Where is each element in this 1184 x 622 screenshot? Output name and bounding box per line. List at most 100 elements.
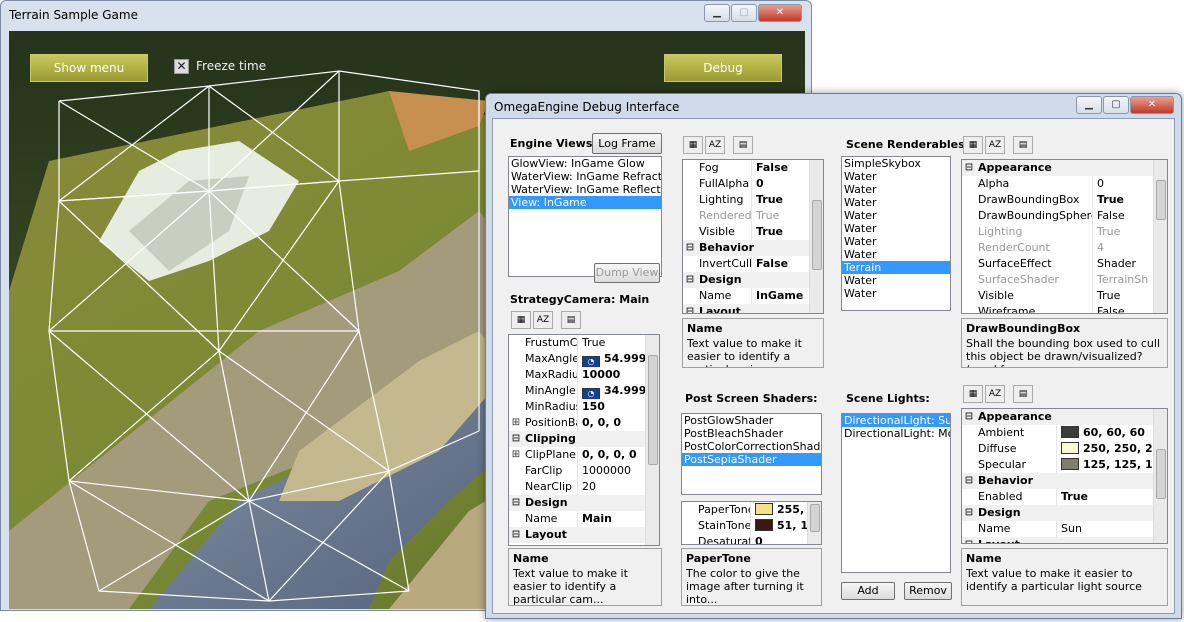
property-pages-icon[interactable]: ▤ <box>561 311 581 329</box>
log-frame-button[interactable]: Log Frame <box>592 133 662 154</box>
sort-alpha-icon[interactable]: AZ <box>705 136 725 154</box>
property-row[interactable]: SurfaceEffect Shader <box>962 256 1167 272</box>
post-shader-item[interactable]: PostColorCorrectionShader <box>682 440 821 453</box>
property-row[interactable]: Ambient 60, 60, 60 <box>962 425 1167 441</box>
property-category[interactable]: ⊟ Appearance <box>962 409 1167 425</box>
post-shader-item[interactable]: PostGlowShader <box>682 414 821 427</box>
property-value[interactable]: Sun <box>1056 521 1167 537</box>
property-category[interactable]: ⊟ Appearance <box>962 160 1167 176</box>
property-pages-icon[interactable]: ▤ <box>733 136 753 154</box>
collapse-icon[interactable]: ⊟ <box>962 505 976 521</box>
post-shader-item[interactable]: PostBleachShader <box>682 427 821 440</box>
renderable-item[interactable]: Terrain <box>842 261 950 274</box>
scrollbar[interactable] <box>807 502 821 544</box>
renderable-item[interactable]: Water <box>842 222 950 235</box>
renderable-item[interactable]: Water <box>842 248 950 261</box>
property-row[interactable]: SurfaceShader TerrainSh <box>962 272 1167 288</box>
shader-property-grid[interactable]: PaperTone 255, 2 StainTone 51, 1 Desaturat 0 <box>681 501 822 545</box>
engine-view-item[interactable]: WaterView: InGame Reflection <box>509 183 661 196</box>
categorized-icon[interactable]: ▦ <box>963 136 983 154</box>
property-pages-icon[interactable]: ▤ <box>1013 385 1033 403</box>
property-row[interactable]: DrawBoundingBox True <box>962 192 1167 208</box>
categorized-icon[interactable]: ▦ <box>963 385 983 403</box>
remove-light-button[interactable]: Remov <box>904 582 952 600</box>
property-row[interactable]: RenderCount 4 <box>962 240 1167 256</box>
expand-icon[interactable]: ⊞ <box>509 415 523 431</box>
show-menu-button[interactable]: Show menu <box>30 54 148 82</box>
property-row[interactable]: Enabled True <box>962 489 1167 505</box>
renderable-item[interactable]: Water <box>842 287 950 300</box>
property-category[interactable]: ⊟Layout <box>509 527 659 543</box>
scrollbar[interactable] <box>809 160 823 313</box>
collapse-icon[interactable]: ⊟ <box>509 527 523 543</box>
collapse-icon[interactable]: ⊟ <box>683 304 697 313</box>
property-category[interactable]: ⊟Layout <box>683 304 823 313</box>
post-shaders-list[interactable]: PostGlowShader PostBleachShader PostColorC… <box>681 413 822 495</box>
renderable-property-grid[interactable]: ⊟ Appearance Alpha 0 DrawBoundingBox True Draw… <box>961 159 1168 314</box>
property-row[interactable]: Visible True <box>962 288 1167 304</box>
dump-view-button[interactable]: Dump View <box>594 263 660 283</box>
view-property-grid[interactable]: Fog False FullAlpha 0 Lighting True Rendered Tr… <box>682 159 824 314</box>
renderable-item[interactable]: Water <box>842 196 950 209</box>
scrollbar[interactable] <box>1153 409 1167 543</box>
renderable-item[interactable]: Water <box>842 274 950 287</box>
property-row[interactable]: Name Sun <box>962 521 1167 537</box>
renderable-item[interactable]: Water <box>842 183 950 196</box>
property-row[interactable]: Rendered True <box>683 208 823 224</box>
property-value[interactable]: 60, 60, 60 <box>1056 425 1167 441</box>
property-row[interactable]: FullAlpha 0 <box>683 176 823 192</box>
minimize-button[interactable]: ▁ <box>1076 96 1102 114</box>
post-shader-item[interactable]: PostSepiaShader <box>682 453 821 466</box>
collapse-icon[interactable]: ⊟ <box>962 537 976 543</box>
property-value[interactable]: 125, 125, 1 <box>1056 457 1167 473</box>
renderables-list[interactable]: SimpleSkybox Water Water Water Water Water Wat… <box>841 156 951 311</box>
property-row[interactable]: Fog False <box>683 160 823 176</box>
scrollbar[interactable] <box>1153 160 1167 313</box>
property-row[interactable]: Specular 125, 125, 1 <box>962 457 1167 473</box>
sort-alpha-icon[interactable]: AZ <box>985 385 1005 403</box>
close-button[interactable]: ✕ <box>1130 96 1174 114</box>
light-item[interactable]: DirectionalLight: Moon <box>842 427 950 440</box>
renderable-item[interactable]: SimpleSkybox <box>842 157 950 170</box>
collapse-icon[interactable]: ⊟ <box>683 272 697 288</box>
expand-icon[interactable]: ⊞ <box>509 447 523 463</box>
renderable-item[interactable]: Water <box>842 170 950 183</box>
property-category[interactable]: ⊟ Design <box>962 505 1167 521</box>
scrollbar[interactable] <box>645 335 659 545</box>
sort-alpha-icon[interactable]: AZ <box>985 136 1005 154</box>
maximize-button[interactable]: ▢ <box>731 4 757 22</box>
property-row[interactable]: MaxAngle ◔ 54.999 <box>509 351 659 367</box>
light-item[interactable]: DirectionalLight: Sun <box>842 414 950 427</box>
renderable-item[interactable]: Water <box>842 235 950 248</box>
debug-button[interactable]: Debug <box>664 54 782 82</box>
minimize-button[interactable]: ▁ <box>704 4 730 22</box>
property-row[interactable]: NearClip 20 <box>509 479 659 495</box>
property-row[interactable]: Name InGame <box>683 288 823 304</box>
property-row[interactable]: Desaturat 0 <box>682 534 821 544</box>
property-category[interactable]: ⊟Layout <box>962 537 1167 543</box>
property-row[interactable]: FarClip 1000000 <box>509 463 659 479</box>
property-row[interactable]: ⊞ PositionBa 0, 0, 0 <box>509 415 659 431</box>
maximize-button[interactable]: ▢ <box>1103 96 1129 114</box>
property-category[interactable]: ⊟ Design <box>509 495 659 511</box>
property-row[interactable]: MaxRadius 10000 <box>509 367 659 383</box>
collapse-icon[interactable]: ⊟ <box>509 495 523 511</box>
categorized-icon[interactable]: ▦ <box>683 136 703 154</box>
property-row[interactable]: Lighting True <box>962 224 1167 240</box>
collapse-icon[interactable]: ⊟ <box>962 409 976 425</box>
property-row[interactable]: DrawBoundingSphere False <box>962 208 1167 224</box>
property-row[interactable]: ⊞ ClipPlane 0, 0, 0, 0 <box>509 447 659 463</box>
property-row[interactable]: MinAngle ◔ 34.999 <box>509 383 659 399</box>
lights-list[interactable]: DirectionalLight: Sun DirectionalLight: M… <box>841 413 951 573</box>
property-row[interactable]: FrustumCu True <box>509 335 659 351</box>
collapse-icon[interactable]: ⊟ <box>683 240 697 256</box>
property-row[interactable]: Diffuse 250, 250, 2 <box>962 441 1167 457</box>
collapse-icon[interactable]: ⊟ <box>962 473 976 489</box>
property-row[interactable]: PaperTone 255, 2 <box>682 502 821 518</box>
close-button[interactable]: ✕ <box>758 4 802 22</box>
property-category[interactable]: ⊟ Behavior <box>683 240 823 256</box>
property-category[interactable]: ⊟ Clipping <box>509 431 659 447</box>
property-row[interactable]: MinRadius 150 <box>509 399 659 415</box>
collapse-icon[interactable]: ⊟ <box>509 431 523 447</box>
camera-property-grid[interactable]: FrustumCu True MaxAngle ◔ 54.999 MaxRadius 100… <box>508 334 660 546</box>
